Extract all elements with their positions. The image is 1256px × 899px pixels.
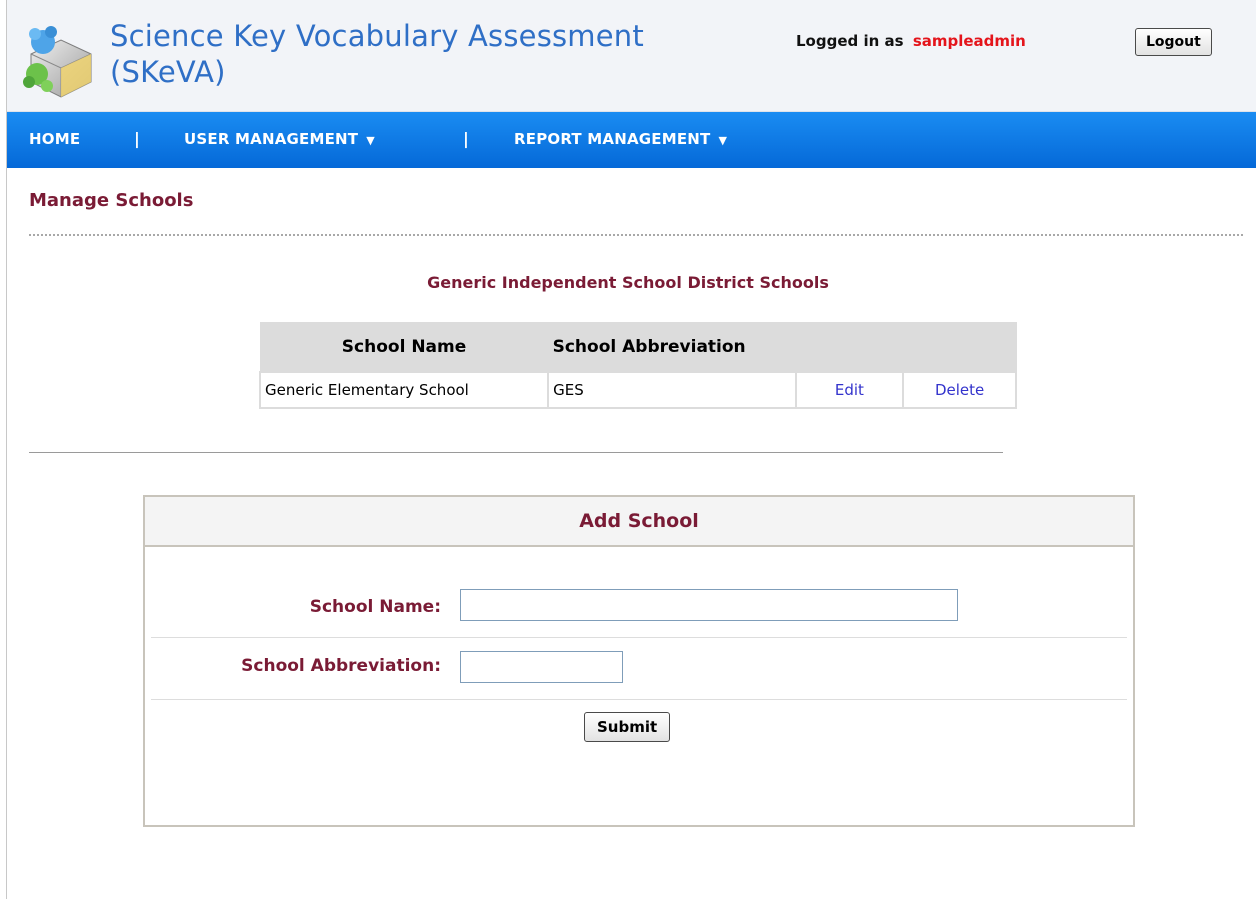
school-name-cell: Generic Elementary School [258, 371, 550, 409]
login-status: Logged in as sampleadmin [796, 32, 1026, 50]
nav-home[interactable]: HOME [29, 130, 80, 148]
school-abbreviation-row: School Abbreviation: [151, 638, 1127, 700]
caret-down-icon: ▼ [366, 134, 375, 147]
column-header-edit [795, 322, 904, 373]
dotted-divider [29, 234, 1243, 236]
logout-button[interactable]: Logout [1135, 28, 1212, 56]
main-nav: HOME | USER MANAGEMENT ▼ | REPORT MANAGEM… [7, 112, 1256, 168]
section-divider [29, 452, 1003, 453]
submit-button[interactable]: Submit [584, 712, 671, 742]
edit-link[interactable]: Edit [794, 371, 905, 409]
app-title: Science Key Vocabulary Assessment (SKeVA… [110, 19, 644, 89]
nav-report-management[interactable]: REPORT MANAGEMENT ▼ [514, 130, 727, 148]
school-name-input[interactable] [460, 589, 958, 621]
page-title: Manage Schools [29, 190, 194, 211]
caret-down-icon: ▼ [718, 134, 728, 147]
nav-user-management[interactable]: USER MANAGEMENT ▼ [184, 130, 375, 148]
delete-link[interactable]: Delete [902, 371, 1017, 409]
school-abbreviation-label: School Abbreviation: [241, 656, 441, 676]
puzzle-pieces-icon [23, 26, 92, 98]
school-name-label: School Name: [309, 597, 441, 617]
column-header-school-abbreviation: School Abbreviation [547, 322, 797, 373]
nav-separator: | [463, 129, 469, 148]
nav-separator: | [134, 129, 140, 148]
column-header-delete [902, 322, 1017, 373]
nav-user-management-label: USER MANAGEMENT [184, 130, 359, 148]
school-name-row: School Name: [151, 583, 1127, 638]
district-title: Generic Independent School District Scho… [427, 273, 829, 292]
schools-table: School Name School Abbreviation Generic … [258, 322, 1017, 409]
column-header-school-name: School Name [259, 322, 549, 373]
nav-home-label: HOME [29, 130, 81, 148]
add-school-panel: Add School School Name: School Abbreviat… [143, 495, 1135, 827]
school-abbreviation-input[interactable] [460, 651, 623, 683]
nav-report-management-label: REPORT MANAGEMENT [514, 130, 711, 148]
table-header-row: School Name School Abbreviation [259, 322, 1017, 373]
app-header: Science Key Vocabulary Assessment (SKeVA… [7, 0, 1256, 112]
school-abbreviation-cell: GES [547, 371, 797, 409]
logged-in-label: Logged in as [796, 32, 904, 50]
table-row: Generic Elementary School GES Edit Delet… [258, 371, 1017, 409]
username: sampleadmin [912, 32, 1026, 50]
add-school-heading: Add School [145, 497, 1133, 547]
